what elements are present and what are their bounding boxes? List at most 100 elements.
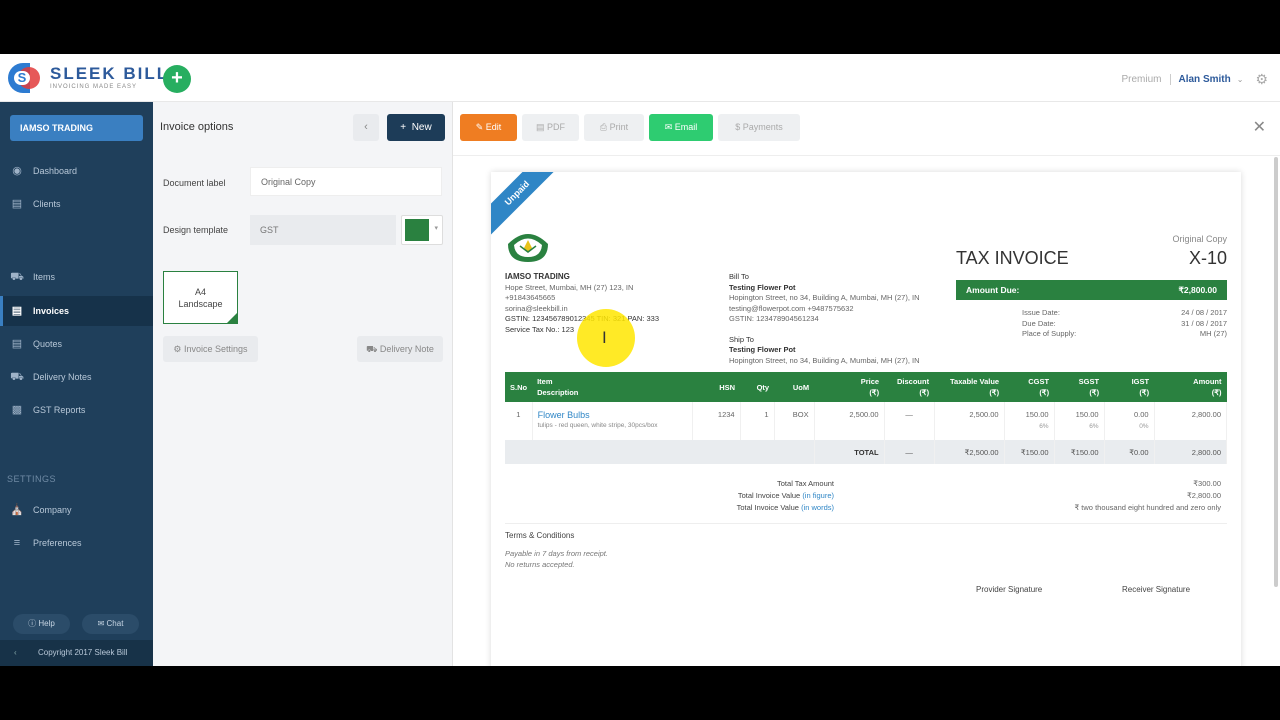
provider-signature: Provider Signature [976,585,1043,594]
sidebar-item-delivery-notes[interactable]: ⛟ Delivery Notes [0,362,153,392]
logo-mark-icon: S [8,63,42,93]
total-figure-suffix: (in figure) [802,491,834,500]
terms-text: Payable in 7 days from receipt. No retur… [505,548,608,570]
top-bar: S SLEEK BILL INVOICING MADE EASY + Premi… [0,54,1280,102]
issue-date-label: Issue Date: [1022,308,1060,317]
col-igst: IGST (₹) [1104,372,1155,402]
sidebar-item-label: Quotes [33,339,63,349]
cell-uom: BOX [774,402,815,440]
col-item: Item Description [532,372,693,402]
design-template-caption: Design template [163,225,229,235]
total-tax-value: ₹300.00 [1193,479,1221,488]
gear-icon[interactable]: ⚙ [1255,71,1268,88]
pencil-icon: ✎ [475,122,484,132]
edit-label: Edit [485,122,502,132]
add-button[interactable]: + [163,65,191,93]
bill-to-contact: testing@flowerpot.com +9487575632 [729,303,854,313]
previous-button[interactable]: ‹ [353,114,379,141]
clients-icon: ▤ [11,198,23,210]
sidebar-item-gst-reports[interactable]: ▩ GST Reports [0,395,153,425]
sliders-icon: ≡ [13,537,21,549]
col-igst-label: IGST [1131,377,1150,386]
color-picker[interactable]: ▾ [401,215,443,245]
user-menu[interactable]: Alan Smith [1179,74,1231,85]
total-figure-text: Total Invoice Value [737,491,801,500]
chat-button[interactable]: ✉ Chat [82,614,139,634]
invoice-summary: Total Tax Amount ₹300.00 Total Invoice V… [505,478,1227,514]
chat-icon: ✉ [97,619,105,628]
col-discount-unit: (₹) [919,388,930,397]
sidebar-item-items[interactable]: ⛟ Items [0,262,153,292]
sidebar-item-dashboard[interactable]: ◉ Dashboard [0,156,153,186]
chat-label: Chat [106,619,124,628]
terms-line: Payable in 7 days from receipt. [505,549,608,558]
total-tax-label: Total Tax Amount [777,479,834,488]
ship-to-name: Testing Flower Pot [729,345,796,354]
truck-icon: ⛟ [366,344,378,354]
col-igst-unit: (₹) [1139,388,1150,397]
issue-date-value: 24 / 08 / 2017 [1181,308,1227,317]
template-card-a4-landscape[interactable]: A4 Landscape [163,271,238,324]
bank-icon: ⛪ [10,504,24,516]
company-selector[interactable]: IAMSO TRADING [10,115,143,141]
seller-email: sorina@sleekbill.in [505,303,568,313]
sgst-rate: 6% [1089,423,1099,430]
bill-to-name: Testing Flower Pot [729,282,796,292]
truck-icon: ⛟ [10,371,24,383]
user-area: Premium Alan Smith ⌄ ⚙ [1121,71,1268,88]
settings-heading: SETTINGS [7,474,57,484]
col-sno: S.No [505,372,533,402]
col-cgst: CGST (₹) [1004,372,1055,402]
seller-name: IAMSO TRADING [505,272,570,281]
template-card-size: A4 [194,287,206,297]
total-cgst: ₹150.00 [1004,440,1055,464]
sidebar-item-invoices[interactable]: ▤ Invoices [0,296,153,326]
email-button[interactable]: ✉ Email [649,114,713,141]
edit-button[interactable]: ✎ Edit [460,114,517,141]
bill-to-gstin: GSTIN: 123478904561234 [729,314,819,323]
brand-name: SLEEK BILL [50,64,170,83]
delivery-note-button[interactable]: ⛟ Delivery Note [357,336,443,362]
design-template-select[interactable]: GST [250,215,396,245]
payments-label: Payments [742,122,783,132]
payments-button[interactable]: $ Payments [718,114,800,141]
chevron-down-icon[interactable]: ⌄ [1237,75,1244,84]
app-window: S SLEEK BILL INVOICING MADE EASY + Premi… [0,54,1280,666]
sidebar-item-company[interactable]: ⛪ Company [0,495,153,525]
print-button[interactable]: ⎙ Print [584,114,644,141]
sidebar-item-clients[interactable]: ▤ Clients [0,189,153,219]
brand-tagline: INVOICING MADE EASY [50,84,138,90]
total-sgst: ₹150.00 [1054,440,1105,464]
scrollbar[interactable] [1274,157,1278,587]
document-label-field[interactable]: Original Copy [250,167,442,196]
invoice-settings-button[interactable]: ⚙ Invoice Settings [163,336,258,362]
pdf-button[interactable]: ▤ PDF [522,114,579,141]
close-icon[interactable]: ✕ [1253,117,1266,137]
text-cursor-icon: I [602,328,607,347]
collapse-sidebar-icon[interactable]: ‹ [14,640,17,666]
document-copy-label: Original Copy [1172,234,1227,244]
app-logo[interactable]: S SLEEK BILL INVOICING MADE EASY [8,63,169,93]
cell-amount: 2,800.00 [1154,402,1228,440]
total-amount: 2,800.00 [1154,440,1228,464]
sidebar-item-quotes[interactable]: ▤ Quotes [0,329,153,359]
new-button[interactable]: + New [387,114,445,141]
divider [453,155,1280,156]
dollar-icon: $ [735,122,741,132]
help-button[interactable]: ⓘ Help [13,614,70,634]
total-igst: ₹0.00 [1104,440,1155,464]
total-words-suffix: (in words) [801,503,834,512]
sidebar-item-preferences[interactable]: ≡ Preferences [0,528,153,558]
cell-price: 2,500.00 [814,402,885,440]
invoice-dates: Issue Date: 24 / 08 / 2017 Due Date: 31 / … [956,308,1227,340]
col-description-label: Description [537,388,579,397]
chevron-left-icon: ‹ [364,121,368,133]
envelope-icon: ✉ [664,122,673,132]
item-name: Flower Bulbs [537,410,590,420]
chart-icon: ▩ [11,404,23,416]
col-price: Price (₹) [814,372,885,402]
total-discount: — [884,440,935,464]
plan-label[interactable]: Premium [1121,74,1171,85]
sidebar-item-label: Delivery Notes [33,372,92,382]
col-taxable-label: Taxable Value [950,377,1000,386]
